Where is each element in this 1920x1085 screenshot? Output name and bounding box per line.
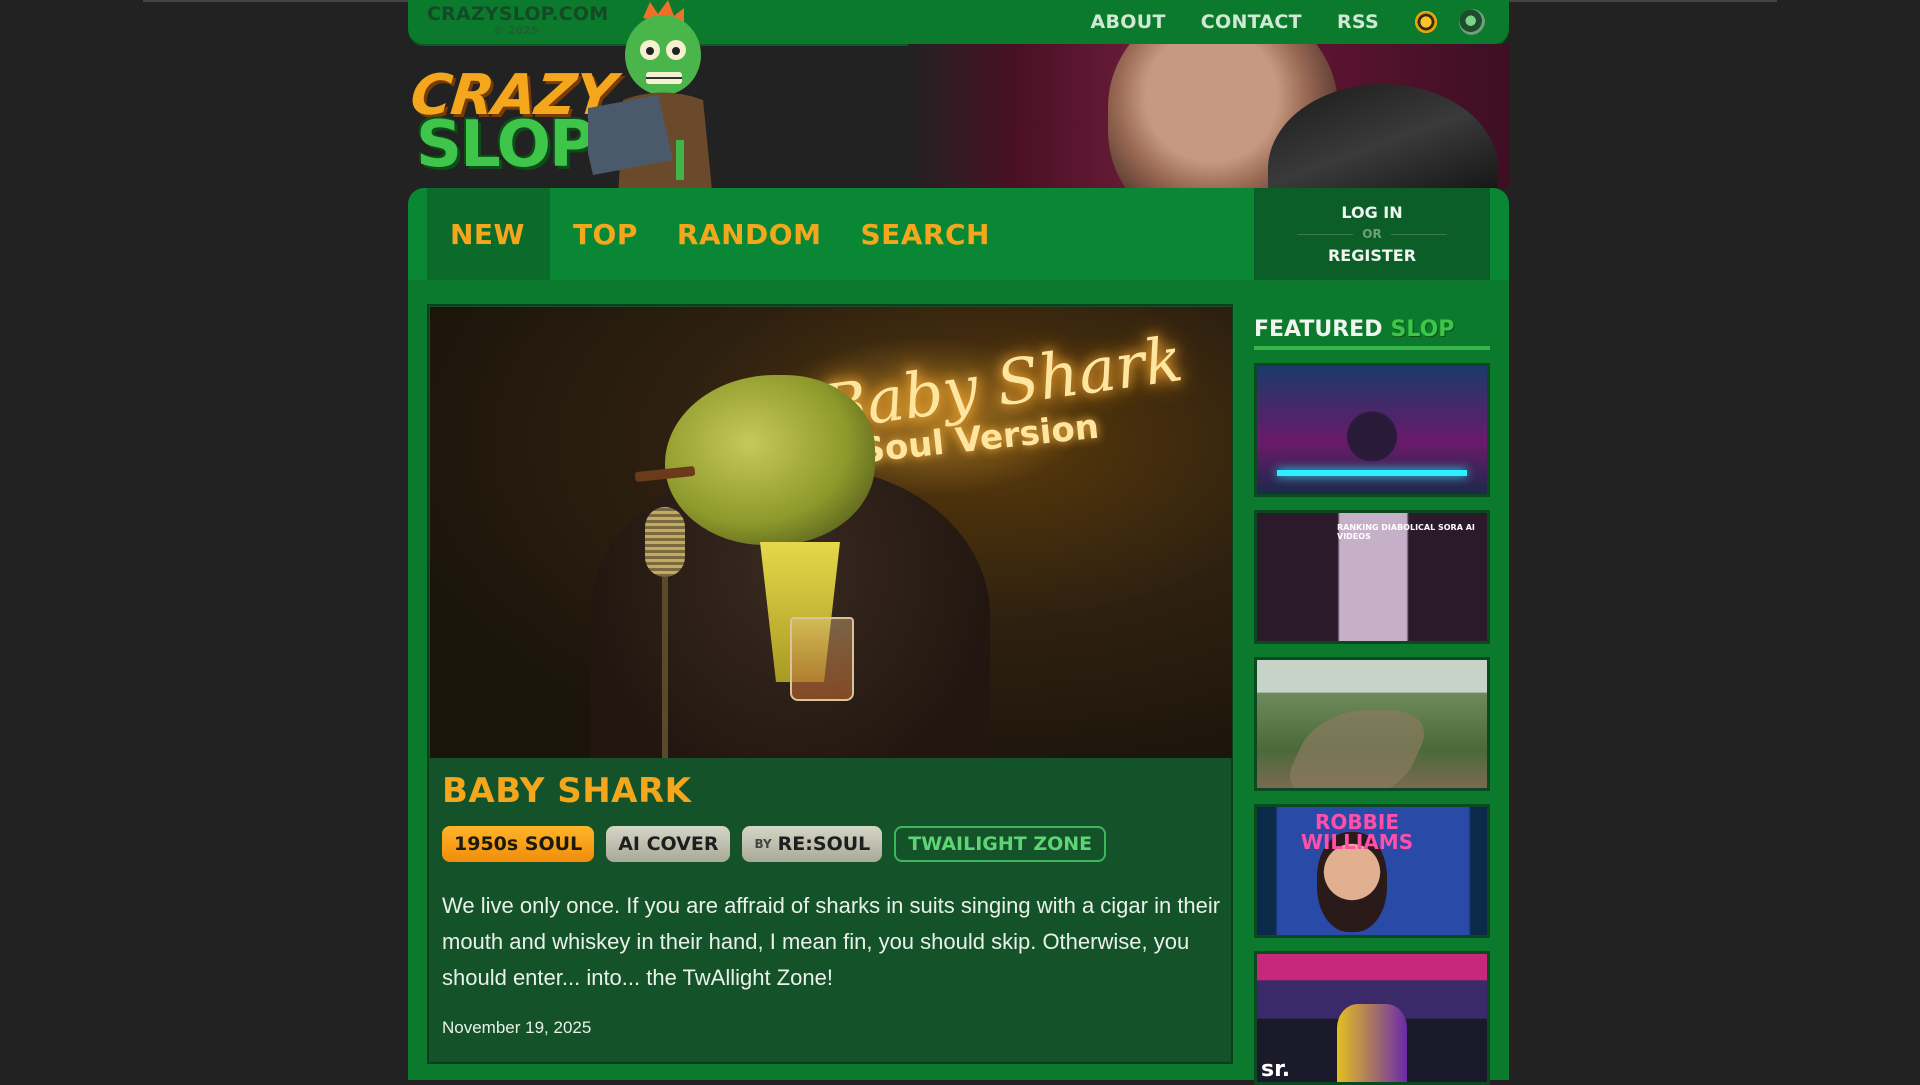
featured-heading-slop: SLOP [1390, 317, 1455, 342]
thumb-neon-bar [1277, 470, 1467, 476]
thumb-caption: ROBBIE WILLIAMS [1300, 810, 1414, 854]
main-nav-items: NEW TOP RANDOM SEARCH [427, 188, 1006, 280]
register-button[interactable]: REGISTER [1328, 246, 1416, 265]
top-nav: ABOUT CONTACT RSS [1056, 0, 1485, 44]
post-description: We live only once. If you are affraid of… [442, 893, 1221, 990]
thumb-caption: sr. [1261, 1057, 1291, 1082]
sun-icon[interactable] [1413, 9, 1439, 35]
microphone-icon [645, 507, 685, 577]
nav-rss-link[interactable]: RSS [1337, 11, 1379, 33]
featured-thumbnail[interactable]: RANKING DIABOLICAL SORA AI VIDEOS [1254, 510, 1490, 644]
featured-sidebar: FEATURED SLOP RANKING DIABOLICAL SORA AI… [1254, 308, 1490, 1085]
featured-heading: FEATURED SLOP [1254, 308, 1490, 350]
tab-search[interactable]: SEARCH [837, 188, 1006, 280]
logo-text-slop: SLOP [416, 108, 596, 182]
content-area: Baby Shark Soul Version BABY SHARK 1950s… [408, 280, 1509, 1085]
post-title[interactable]: BABY SHARK [442, 771, 692, 811]
featured-thumbnail[interactable] [1254, 363, 1490, 497]
thumb-caption: RANKING DIABOLICAL SORA AI VIDEOS [1337, 523, 1475, 541]
site-year: © 2025 [493, 24, 539, 37]
tab-new[interactable]: NEW [427, 188, 550, 280]
moon-icon[interactable] [1459, 9, 1485, 35]
nav-contact-link[interactable]: CONTACT [1201, 11, 1302, 33]
tag-genre[interactable]: 1950s SOUL [442, 826, 595, 862]
main-nav: NEW TOP RANDOM SEARCH LOG IN OR REGISTER [408, 188, 1509, 280]
tag-artist[interactable]: BY RE:SOUL [742, 826, 883, 862]
post-date: November 19, 2025 [442, 1018, 592, 1037]
featured-thumbnail[interactable] [1254, 657, 1490, 791]
tag-series[interactable]: TWAILIGHT ZONE [894, 826, 1107, 862]
auth-box: LOG IN OR REGISTER [1254, 188, 1490, 280]
auth-or-divider: OR [1288, 227, 1455, 241]
header-banner-image [908, 44, 1509, 188]
site-logo[interactable]: CRAZY SLOP [408, 58, 619, 198]
nav-about-link[interactable]: ABOUT [1091, 11, 1166, 33]
tab-top[interactable]: TOP [550, 188, 654, 280]
post-tags: 1950s SOUL AI COVER BY RE:SOUL TWAILIGHT … [442, 826, 1118, 862]
tag-artist-by: BY [754, 837, 772, 851]
thumb-jacket [1337, 1004, 1407, 1082]
post-card: Baby Shark Soul Version BABY SHARK 1950s… [427, 304, 1233, 1064]
site-domain[interactable]: CRAZYSLOP.COM [427, 3, 608, 25]
tag-ai-cover[interactable]: AI COVER [606, 826, 731, 862]
hero-whiskey-glass [790, 617, 854, 701]
login-button[interactable]: LOG IN [1341, 203, 1402, 222]
top-bar: CRAZYSLOP.COM © 2025 ABOUT CONTACT RSS [408, 0, 1509, 44]
tag-artist-label: RE:SOUL [777, 833, 871, 855]
thumb-dirt-path [1276, 710, 1438, 788]
featured-thumbnail[interactable]: sr. [1254, 951, 1490, 1085]
featured-heading-text: FEATURED [1254, 317, 1383, 342]
featured-thumbnail[interactable]: ROBBIE WILLIAMS [1254, 804, 1490, 938]
tag-series-label: TWAILIGHT ZONE [908, 833, 1093, 855]
tag-ai-cover-label: AI COVER [618, 833, 719, 855]
zombie-mascot-icon [588, 0, 713, 200]
tag-genre-label: 1950s SOUL [454, 833, 583, 855]
tab-random[interactable]: RANDOM [654, 188, 838, 280]
post-hero-image[interactable]: Baby Shark Soul Version [430, 307, 1232, 758]
hero-mic-stand [662, 577, 668, 758]
hero-shark-head [665, 375, 875, 545]
page-wrapper: CRAZYSLOP.COM © 2025 ABOUT CONTACT RSS C… [408, 0, 1509, 1085]
